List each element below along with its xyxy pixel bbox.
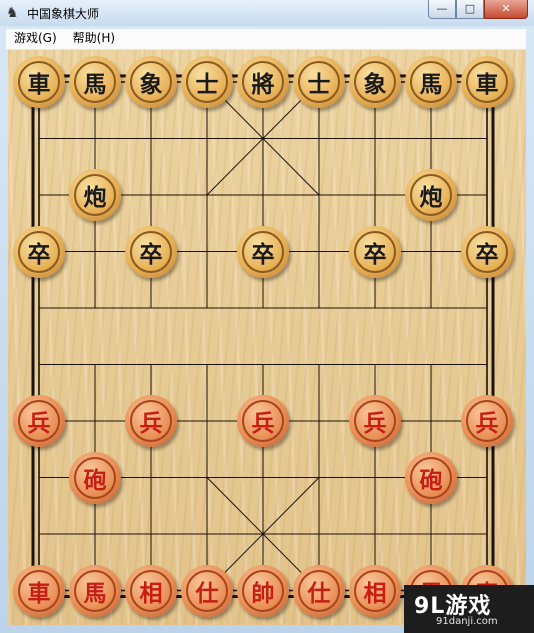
piece-label: 兵	[466, 400, 508, 442]
app-window: ♞ 中国象棋大师 — □ ✕ 游戏(G) 帮助(H) 車馬象士將士象馬車炮炮卒卒…	[0, 0, 534, 633]
piece-label: 砲	[74, 456, 116, 499]
black-piece[interactable]: 象	[349, 56, 401, 108]
piece-label: 士	[298, 61, 340, 103]
piece-label: 卒	[130, 230, 172, 273]
piece-label: 兵	[242, 400, 284, 442]
title-bar[interactable]: ♞ 中国象棋大师 — □ ✕	[0, 0, 534, 26]
black-piece[interactable]: 馬	[69, 56, 121, 108]
black-piece[interactable]: 卒	[13, 225, 65, 278]
menu-bar: 游戏(G) 帮助(H)	[6, 29, 526, 50]
menu-game[interactable]: 游戏(G)	[6, 29, 65, 49]
piece-label: 車	[18, 569, 60, 612]
piece-label: 仕	[298, 569, 340, 612]
piece-label: 象	[130, 61, 172, 103]
red-piece[interactable]: 兵	[13, 395, 65, 447]
close-button[interactable]: ✕	[484, 0, 528, 19]
piece-label: 炮	[410, 174, 452, 216]
black-piece[interactable]: 將	[237, 56, 289, 108]
red-piece[interactable]: 馬	[69, 564, 121, 617]
chess-app-icon: ♞	[6, 5, 19, 21]
black-piece[interactable]: 卒	[461, 225, 513, 278]
piece-label: 將	[242, 61, 284, 103]
piece-label: 砲	[410, 456, 452, 499]
red-piece[interactable]: 兵	[237, 395, 289, 447]
minimize-button[interactable]: —	[428, 0, 456, 19]
piece-label: 馬	[410, 61, 452, 103]
window-controls: — □ ✕	[428, 0, 528, 20]
black-piece[interactable]: 象	[125, 56, 177, 108]
watermark-url: 91danji.com	[436, 616, 498, 627]
menu-help[interactable]: 帮助(H)	[65, 29, 123, 49]
window-title: 中国象棋大师	[27, 7, 100, 21]
red-piece[interactable]: 仕	[293, 564, 345, 617]
red-piece[interactable]: 兵	[125, 395, 177, 447]
piece-label: 相	[354, 569, 396, 612]
red-piece[interactable]: 帥	[237, 564, 289, 617]
red-piece[interactable]: 相	[125, 564, 177, 617]
black-piece[interactable]: 卒	[237, 225, 289, 278]
black-piece[interactable]: 車	[13, 56, 65, 108]
red-piece[interactable]: 仕	[181, 564, 233, 617]
red-piece[interactable]: 砲	[69, 451, 121, 504]
red-piece[interactable]: 車	[13, 564, 65, 617]
black-piece[interactable]: 炮	[405, 169, 457, 221]
black-piece[interactable]: 士	[293, 56, 345, 108]
piece-label: 卒	[18, 230, 60, 273]
red-piece[interactable]: 相	[349, 564, 401, 617]
red-piece[interactable]: 兵	[349, 395, 401, 447]
piece-label: 象	[354, 61, 396, 103]
piece-label: 車	[18, 61, 60, 103]
red-piece[interactable]: 砲	[405, 451, 457, 504]
piece-label: 兵	[130, 400, 172, 442]
piece-label: 仕	[186, 569, 228, 612]
piece-label: 相	[130, 569, 172, 612]
piece-label: 炮	[74, 174, 116, 216]
piece-label: 卒	[354, 230, 396, 273]
site-watermark: 9L游戏 91danji.com	[404, 585, 534, 633]
piece-label: 兵	[354, 400, 396, 442]
maximize-button[interactable]: □	[456, 0, 484, 19]
piece-label: 卒	[242, 230, 284, 273]
board-grid	[31, 74, 495, 598]
black-piece[interactable]: 卒	[125, 225, 177, 278]
piece-label: 帥	[242, 569, 284, 612]
piece-label: 士	[186, 61, 228, 103]
black-piece[interactable]: 車	[461, 56, 513, 108]
piece-label: 卒	[466, 230, 508, 273]
piece-label: 兵	[18, 400, 60, 442]
chess-board[interactable]: 車馬象士將士象馬車炮炮卒卒卒卒卒兵兵兵兵兵砲砲車馬相仕帥仕相馬車	[8, 50, 526, 625]
black-piece[interactable]: 炮	[69, 169, 121, 221]
piece-label: 馬	[74, 569, 116, 612]
red-piece[interactable]: 兵	[461, 395, 513, 447]
black-piece[interactable]: 士	[181, 56, 233, 108]
piece-label: 車	[466, 61, 508, 103]
black-piece[interactable]: 馬	[405, 56, 457, 108]
piece-label: 馬	[74, 61, 116, 103]
black-piece[interactable]: 卒	[349, 225, 401, 278]
